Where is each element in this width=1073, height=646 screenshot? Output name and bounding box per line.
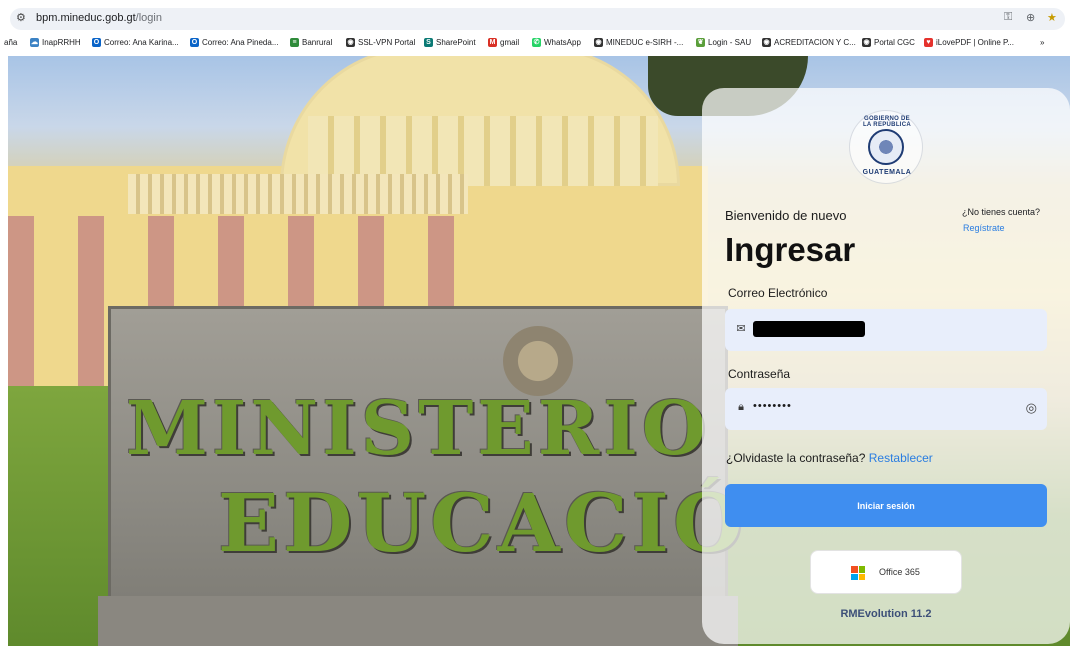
bookmark-label: Banrural: [302, 38, 333, 47]
bank-icon: ≡: [290, 38, 299, 47]
office365-login-button[interactable]: Office 365: [810, 550, 962, 594]
bookmark-label: Correo: Ana Karina...: [104, 38, 179, 47]
redacted-email: [753, 321, 865, 337]
bookmark-item[interactable]: ≡ Banrural: [290, 38, 332, 47]
forgot-password-text: ¿Olvidaste la contraseña?: [726, 451, 866, 465]
site-info-icon[interactable]: ⚙: [16, 11, 26, 24]
zoom-icon[interactable]: ⊕: [1026, 11, 1035, 24]
version-text: RMEvolution 11.2: [840, 608, 932, 620]
bookmark-item[interactable]: ✆ WhatsApp: [532, 38, 581, 47]
bookmark-item[interactable]: ❦ Login - SAU: [696, 38, 751, 47]
envelope-icon: ✉: [736, 323, 746, 335]
reset-password-link[interactable]: Restablecer: [869, 451, 933, 465]
bookmark-item[interactable]: ◉ Portal CGC: [862, 38, 915, 47]
url-bar[interactable]: [10, 8, 1065, 30]
sign-text-line2: EDUCACIÓ: [218, 476, 747, 570]
password-field-container[interactable]: 🔒︎ •••••••• ◎: [725, 388, 1047, 430]
register-link[interactable]: Regístrate: [963, 223, 1005, 233]
password-key-icon[interactable]: ⚿: [1004, 11, 1012, 24]
bookmark-label: Portal CGC: [874, 38, 915, 47]
browser-address-bar: ⚙ bpm.mineduc.gob.gt/login ⚿ ⊕ ★: [0, 0, 1073, 36]
bookmark-label: iLovePDF | Online P...: [936, 38, 1014, 47]
balcony-railing: [128, 174, 468, 214]
bookmark-label: MINEDUC e-SIRH -...: [606, 38, 684, 47]
seal-bottom-text: GUATEMALA: [862, 169, 912, 176]
bookmark-label: InapRRHH: [42, 38, 81, 47]
whatsapp-icon: ✆: [532, 38, 541, 47]
bookmark-item[interactable]: ◉ MINEDUC e-SIRH -...: [594, 38, 683, 47]
email-field-container[interactable]: ✉: [725, 309, 1047, 351]
lock-icon: 🔒︎: [738, 401, 744, 413]
welcome-text: Bienvenido de nuevo: [725, 208, 847, 223]
bookmark-star-icon[interactable]: ★: [1047, 11, 1057, 24]
password-field[interactable]: ••••••••: [753, 400, 1013, 420]
bookmark-item[interactable]: S SharePoint: [424, 38, 476, 47]
outlook-icon: O: [190, 38, 199, 47]
bookmark-label: SharePoint: [436, 38, 476, 47]
bookmark-label: ACREDITACION Y C...: [774, 38, 856, 47]
eye-slash-icon[interactable]: ◎: [1026, 400, 1037, 416]
bookmark-item[interactable]: ◉ SSL-VPN Portal: [346, 38, 415, 47]
bookmark-item[interactable]: »: [1040, 38, 1044, 47]
url-text[interactable]: bpm.mineduc.gob.gt/login: [36, 12, 162, 24]
bookmark-item[interactable]: Mgmail: [488, 38, 519, 47]
heart-icon: ♥: [924, 38, 933, 47]
bookmark-item[interactable]: ♥ iLovePDF | Online P...: [924, 38, 1014, 47]
forgot-password: ¿Olvidaste la contraseña? Restablecer: [726, 451, 933, 465]
bookmark-item[interactable]: aña: [4, 38, 17, 47]
bookmark-label: »: [1040, 38, 1045, 47]
government-seal-icon: GOBIERNO DE LA REPÚBLICA GUATEMALA: [849, 110, 923, 184]
coat-of-arms-icon: [868, 129, 904, 165]
bookmark-item[interactable]: ◉ ACREDITACION Y C...: [762, 38, 856, 47]
login-button[interactable]: Iniciar sesión: [725, 484, 1047, 527]
globe-icon: ◉: [762, 38, 771, 47]
microsoft-logo-icon: [851, 566, 865, 580]
sharepoint-icon: S: [424, 38, 433, 47]
seal-top-text: GOBIERNO DE LA REPÚBLICA: [862, 116, 912, 128]
globe-icon: ◉: [862, 38, 871, 47]
password-label: Contraseña: [728, 367, 791, 381]
leaf-icon: ❦: [696, 38, 705, 47]
email-label: Correo Electrónico: [728, 286, 828, 300]
outlook-icon: O: [92, 38, 101, 47]
globe-icon: ◉: [346, 38, 355, 47]
page-title: Ingresar: [725, 231, 856, 268]
bookmark-item[interactable]: O Correo: Ana Karina...: [92, 38, 179, 47]
bookmark-label: Login - SAU: [708, 38, 752, 47]
bookmark-label: gmail: [500, 38, 520, 47]
sign-base: [98, 596, 738, 646]
login-card: GOBIERNO DE LA REPÚBLICA GUATEMALA Bienv…: [702, 88, 1070, 644]
sign-text-line1: MINISTERIO: [126, 386, 711, 472]
bookmarks-bar: aña ☁ InapRRHH O Correo: Ana Karina... O Corre…: [0, 36, 1073, 52]
bookmark-label: WhatsApp: [544, 38, 581, 47]
no-account-text: ¿No tienes cuenta?: [962, 207, 1041, 217]
bookmark-label: Correo: Ana Pineda...: [202, 38, 279, 47]
bookmark-label: SSL-VPN Portal: [358, 38, 416, 47]
cloud-icon: ☁: [30, 38, 39, 47]
globe-icon: ◉: [594, 38, 603, 47]
bookmark-label: aña: [4, 38, 18, 47]
office365-label: Office 365: [879, 567, 920, 577]
bookmark-item[interactable]: O Correo: Ana Pineda...: [190, 38, 279, 47]
bookmark-item[interactable]: ☁ InapRRHH: [30, 38, 81, 47]
gmail-icon: M: [488, 38, 497, 47]
